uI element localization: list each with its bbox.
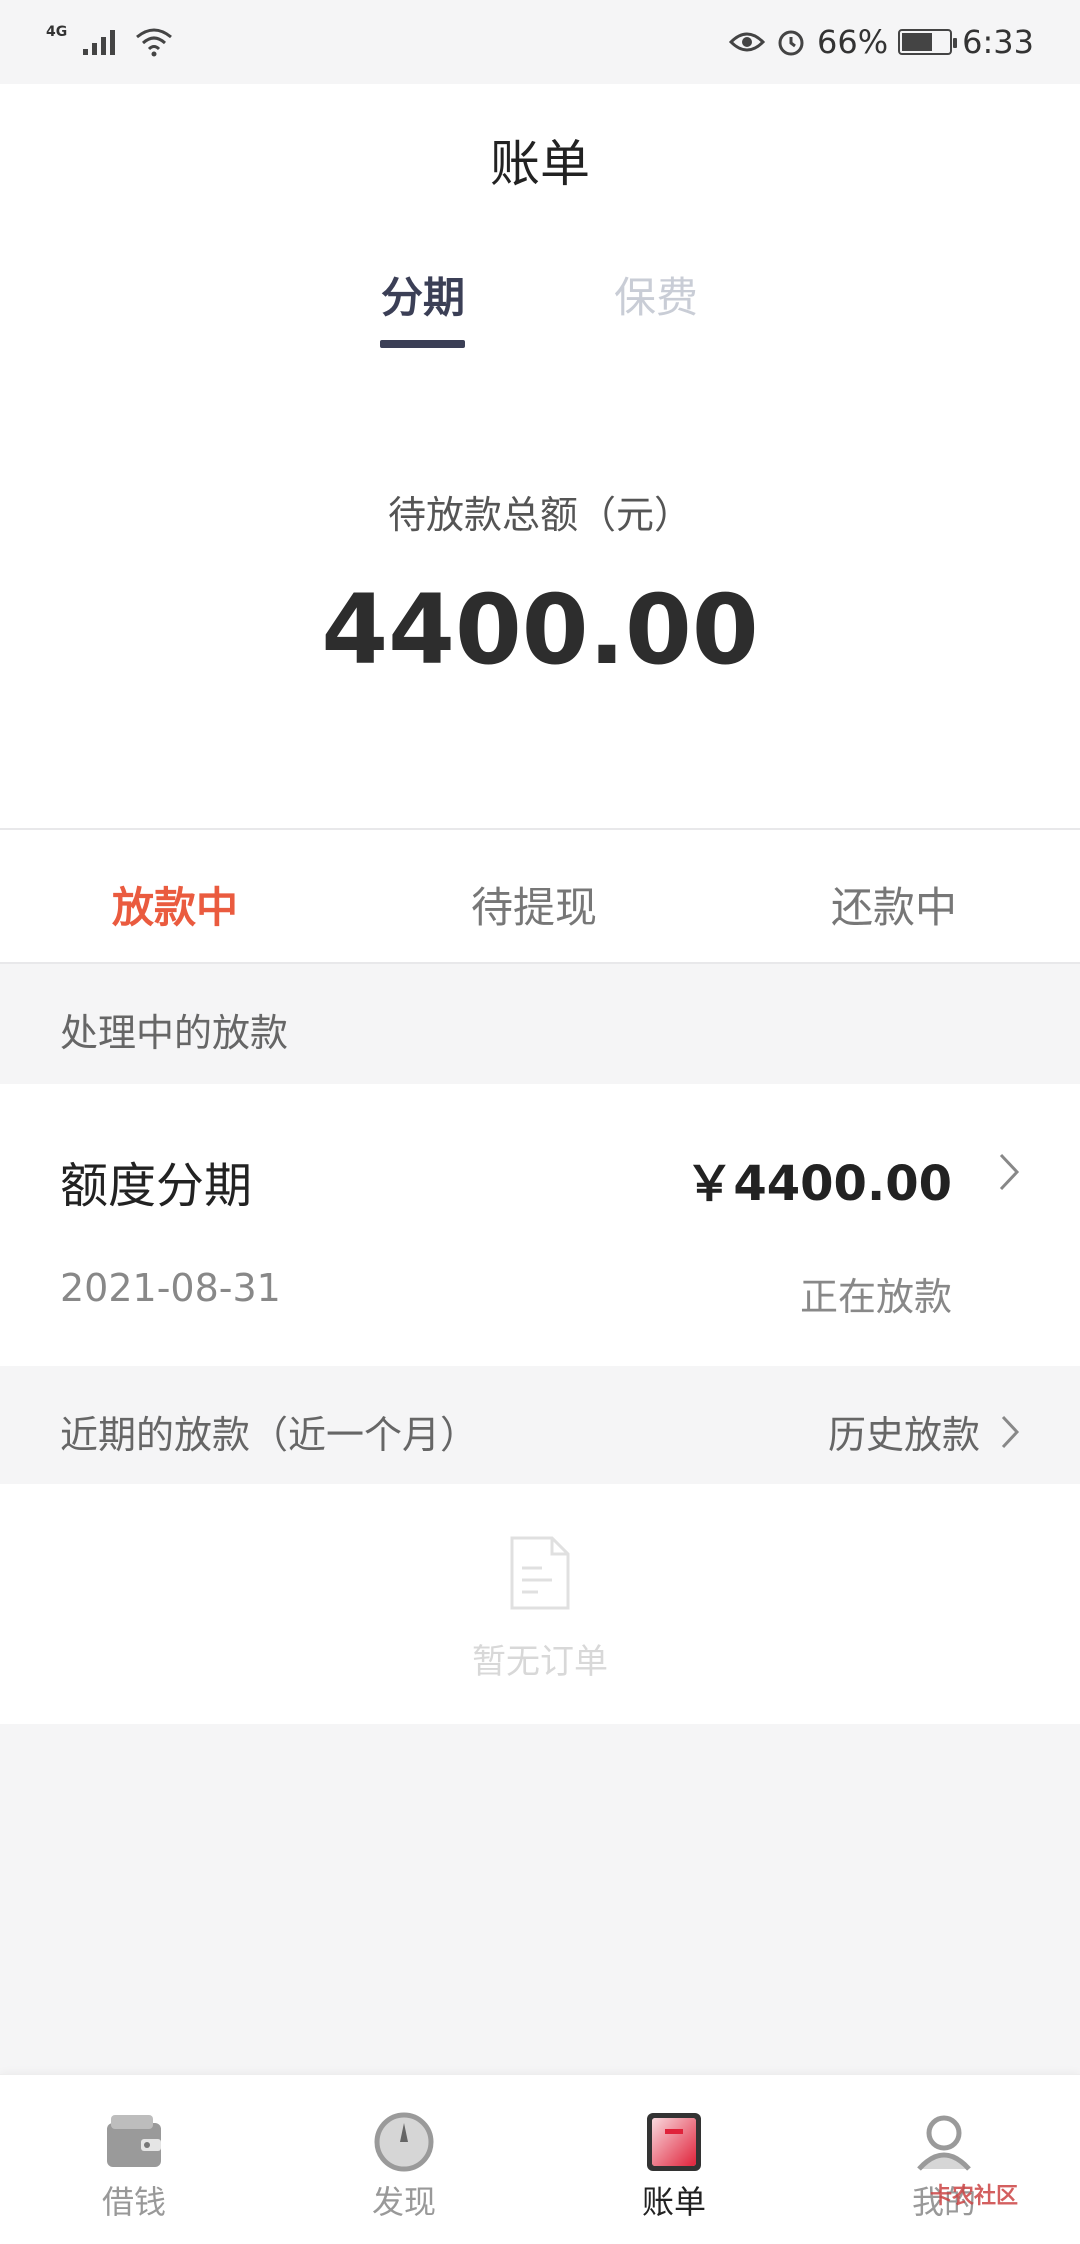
network-type: 4G (46, 24, 68, 40)
user-icon (917, 2115, 971, 2171)
status-right: 66% 6:33 (729, 23, 1034, 61)
nav-borrow-label: 借钱 (101, 2183, 166, 2221)
history-link[interactable]: 历史放款 (828, 1404, 1020, 1459)
chevron-right-icon (1001, 1415, 1020, 1448)
tab-installment[interactable]: 分期 (363, 264, 483, 325)
clock-time: 6:33 (962, 23, 1034, 61)
tab-premium[interactable]: 保费 (596, 264, 716, 325)
tab-disbursing[interactable]: 放款中 (75, 874, 275, 935)
recent-section-header: 近期的放款（近一个月） 历史放款 (0, 1366, 1080, 1486)
processing-section-title: 处理中的放款 (60, 1011, 289, 1055)
loan-item-date: 2021-08-31 (60, 1266, 281, 1310)
empty-state: 暂无订单 (0, 1484, 1080, 1724)
battery-icon (898, 29, 958, 55)
loan-status-tabs: 放款中 待提现 还款中 (0, 828, 1080, 964)
wifi-icon (136, 28, 173, 57)
chevron-right-icon (999, 1153, 1020, 1191)
recent-section-title: 近期的放款（近一个月） (60, 1413, 479, 1457)
alarm-icon (778, 30, 804, 56)
status-bar: 4G 66% 6:33 (0, 0, 1080, 84)
active-tab-indicator (380, 340, 465, 348)
loan-item-amount: ￥4400.00 (685, 1156, 952, 1212)
processing-section-header: 处理中的放款 (0, 964, 1080, 1084)
tab-pending-withdrawal[interactable]: 待提现 (434, 874, 634, 935)
empty-state-text: 暂无订单 (472, 1642, 608, 1682)
loan-item-name: 额度分期 (60, 1158, 253, 1214)
watermark-logo: 卡农社区 (929, 2184, 1018, 2209)
bottom-nav: 借钱 发现 账单 我的 卡农社区 (0, 2074, 1080, 2244)
history-link-label: 历史放款 (827, 1413, 980, 1457)
header-panel: 账单 分期 保费 待放款总额（元） 4400.00 (0, 84, 1080, 828)
total-pending-amount: 4400.00 (321, 574, 759, 686)
document-icon (510, 1536, 570, 1610)
eye-icon (729, 32, 766, 52)
battery-percent: 66% (817, 23, 889, 61)
page-title: 账单 (490, 135, 590, 193)
nav-bill-label: 账单 (641, 2183, 706, 2221)
nav-bill[interactable]: 账单 (594, 2111, 754, 2223)
wallet-icon (107, 2115, 161, 2167)
loan-item-status: 正在放款 (799, 1275, 952, 1319)
total-pending-label: 待放款总额（元） (387, 493, 692, 537)
signal-icon (83, 30, 116, 55)
compass-icon (374, 2112, 434, 2172)
tab-repaying[interactable]: 还款中 (794, 874, 994, 935)
nav-borrow[interactable]: 借钱 (54, 2111, 214, 2223)
nav-discover[interactable]: 发现 (324, 2111, 484, 2223)
loan-item-card[interactable]: 额度分期 ￥4400.00 2021-08-31 正在放款 (0, 1084, 1080, 1366)
bill-icon (647, 2113, 701, 2171)
status-left: 4G (46, 24, 173, 57)
nav-discover-label: 发现 (371, 2183, 436, 2221)
